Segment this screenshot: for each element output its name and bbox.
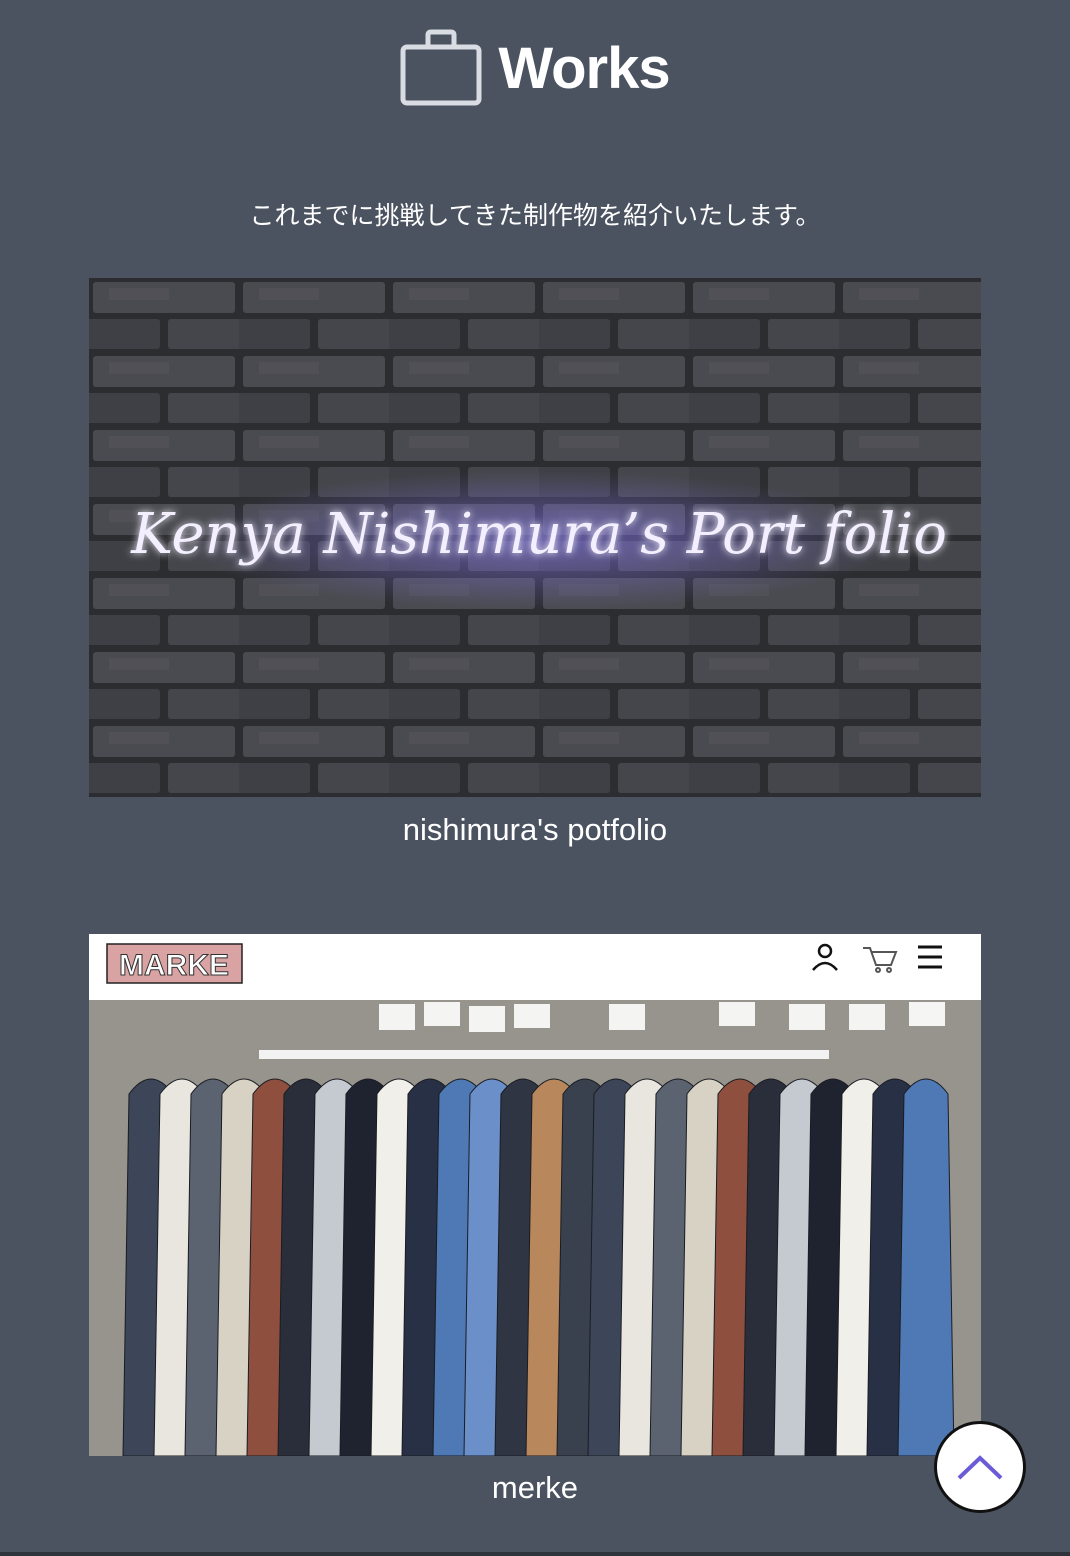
work-thumbnail-portfolio[interactable]: Kenya Nishimura’s Port folio [89, 278, 981, 797]
page-title: Works [498, 35, 670, 101]
section-header: Works [0, 28, 1070, 108]
portfolio-image-text: Kenya Nishimura’s Port folio [130, 502, 947, 567]
section-intro: これまでに挑戦してきた制作物を紹介いたします。 [249, 201, 821, 230]
briefcase-icon [400, 29, 482, 107]
scroll-to-top-button[interactable] [934, 1421, 1026, 1513]
chevron-up-icon [957, 1455, 1003, 1480]
footer-divider [0, 1552, 1070, 1556]
work-caption-merke[interactable]: merke [0, 1470, 1070, 1506]
work-caption-portfolio[interactable]: nishimura's potfolio [0, 812, 1070, 848]
garment-shape [897, 1078, 955, 1456]
merke-logo: MARKE [119, 949, 229, 982]
work-thumbnail-merke[interactable]: MARKE [89, 934, 981, 1456]
